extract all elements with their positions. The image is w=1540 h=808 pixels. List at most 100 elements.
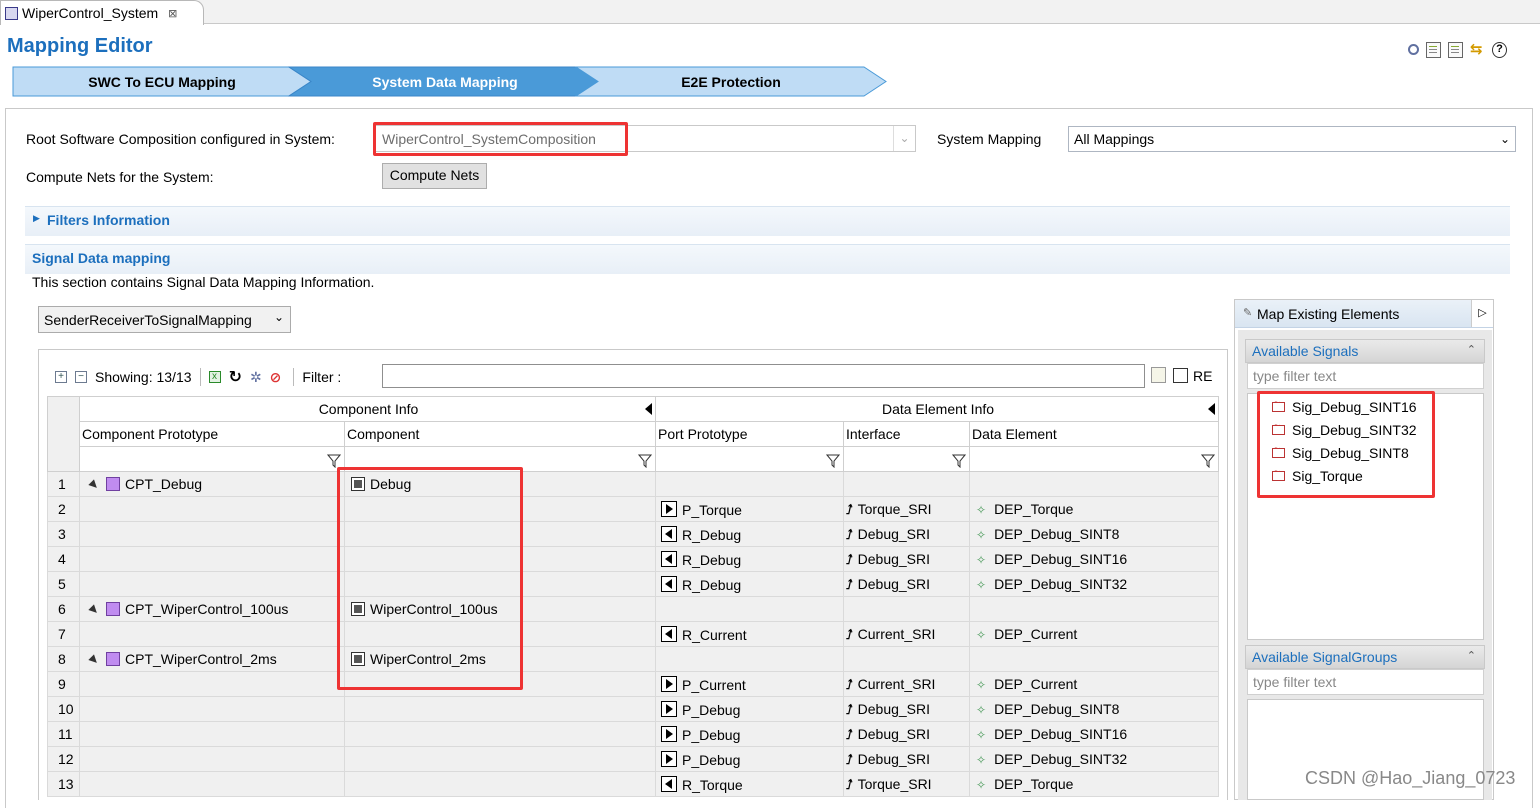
refresh-icon[interactable]: ↻ — [229, 367, 242, 387]
cell-component[interactable] — [344, 771, 656, 797]
cell-component-prototype[interactable] — [79, 496, 345, 522]
cell-port-prototype[interactable]: R_Debug — [655, 546, 844, 572]
settings-icon[interactable]: ✲ — [250, 369, 262, 386]
cell-component[interactable] — [344, 746, 656, 772]
cell-interface[interactable]: ⭜︎ Debug_SRI — [843, 571, 970, 597]
cell-port-prototype[interactable]: P_Current — [655, 671, 844, 697]
cell-data-element[interactable]: ✧ DEP_Debug_SINT16 — [969, 546, 1219, 572]
cell-interface[interactable]: ⭜︎ Current_SRI — [843, 671, 970, 697]
table-row[interactable]: 2 P_Torque ⭜︎ Torque_SRI ✧ DEP_Torque — [47, 496, 1219, 522]
cell-port-prototype[interactable]: P_Debug — [655, 721, 844, 747]
table-row[interactable]: 8 CPT_WiperControl_2ms WiperControl_2ms — [47, 646, 1219, 672]
column-header-data-element[interactable]: Data Element — [969, 421, 1219, 447]
column-filter[interactable] — [655, 446, 844, 472]
link-icon[interactable]: ⇆ — [1470, 42, 1485, 58]
editor-tab[interactable]: WiperControl_System ⊠ — [0, 0, 204, 25]
report-icon[interactable] — [1426, 42, 1441, 58]
cell-interface[interactable]: ⭜︎ Debug_SRI — [843, 721, 970, 747]
cell-component[interactable] — [344, 721, 656, 747]
expand-icon[interactable]: ▷ — [1471, 300, 1493, 327]
cell-port-prototype[interactable] — [655, 596, 844, 622]
table-row[interactable]: 7 R_Current ⭜︎ Current_SRI ✧ DEP_Current — [47, 621, 1219, 647]
filter-icon[interactable] — [826, 454, 840, 468]
cell-port-prototype[interactable]: R_Debug — [655, 521, 844, 547]
cell-component-prototype[interactable] — [79, 546, 345, 572]
cell-component-prototype[interactable]: CPT_Debug — [79, 471, 345, 497]
cell-interface[interactable]: ⭜︎ Debug_SRI — [843, 746, 970, 772]
signals-filter-input[interactable]: type filter text — [1247, 363, 1484, 389]
table-row[interactable]: 5 R_Debug ⭜︎ Debug_SRI ✧ DEP_Debug_SINT32 — [47, 571, 1219, 597]
column-header-interface[interactable]: Interface — [843, 421, 970, 447]
filter-icon[interactable] — [327, 454, 341, 468]
cell-port-prototype[interactable]: P_Debug — [655, 746, 844, 772]
filters-section-header[interactable]: ▶ Filters Information — [25, 206, 1510, 236]
cell-data-element[interactable]: ✧ DEP_Debug_SINT16 — [969, 721, 1219, 747]
cell-interface[interactable] — [843, 471, 970, 497]
cell-interface[interactable]: ⭜︎ Torque_SRI — [843, 496, 970, 522]
cell-component-prototype[interactable] — [79, 771, 345, 797]
cell-data-element[interactable] — [969, 596, 1219, 622]
chevron-down-icon[interactable]: ⌄ — [1495, 127, 1515, 151]
table-row[interactable]: 3 R_Debug ⭜︎ Debug_SRI ✧ DEP_Debug_SINT8 — [47, 521, 1219, 547]
cell-data-element[interactable]: ✧ DEP_Debug_SINT32 — [969, 746, 1219, 772]
column-filter[interactable] — [843, 446, 970, 472]
table-row[interactable]: 9 P_Current ⭜︎ Current_SRI ✧ DEP_Current — [47, 671, 1219, 697]
cell-component-prototype[interactable]: CPT_WiperControl_2ms — [79, 646, 345, 672]
table-row[interactable]: 12 P_Debug ⭜︎ Debug_SRI ✧ DEP_Debug_SINT32 — [47, 746, 1219, 772]
system-mapping-combo[interactable]: All Mappings ⌄ — [1068, 126, 1516, 152]
chevron-down-icon[interactable]: ⌄ — [893, 126, 915, 151]
cell-interface[interactable] — [843, 646, 970, 672]
cell-data-element[interactable] — [969, 471, 1219, 497]
cell-data-element[interactable] — [969, 646, 1219, 672]
column-header-component-prototype[interactable]: Component Prototype — [79, 421, 345, 447]
collapse-icon[interactable] — [645, 403, 652, 415]
collapse-icon[interactable]: ⌃ — [1467, 649, 1476, 662]
cell-component-prototype[interactable] — [79, 571, 345, 597]
table-row[interactable]: 6 CPT_WiperControl_100us WiperControl_100u… — [47, 596, 1219, 622]
excel-export-icon[interactable]: x — [208, 371, 221, 383]
close-icon[interactable]: ⊠ — [168, 7, 177, 20]
settings-icon[interactable] — [1408, 44, 1419, 55]
cell-port-prototype[interactable]: R_Torque — [655, 771, 844, 797]
expand-all-icon[interactable]: + — [55, 371, 67, 383]
group-header-component-info[interactable]: Component Info — [79, 396, 656, 422]
cell-data-element[interactable]: ✧ DEP_Debug_SINT32 — [969, 571, 1219, 597]
cell-component-prototype[interactable] — [79, 621, 345, 647]
cell-interface[interactable] — [843, 596, 970, 622]
expand-arrow-icon[interactable] — [88, 604, 100, 616]
expand-icon[interactable]: ▶ — [33, 213, 40, 224]
cell-component-prototype[interactable] — [79, 521, 345, 547]
available-signals-header[interactable]: Available Signals ⌃ — [1245, 339, 1485, 363]
export-icon[interactable] — [1151, 367, 1166, 383]
regex-checkbox[interactable] — [1173, 368, 1188, 383]
column-header-component[interactable]: Component — [344, 421, 656, 447]
cell-component-prototype[interactable] — [79, 671, 345, 697]
cell-interface[interactable]: ⭜︎ Debug_SRI — [843, 546, 970, 572]
cell-component-prototype[interactable] — [79, 721, 345, 747]
cell-component-prototype[interactable]: CPT_WiperControl_100us — [79, 596, 345, 622]
step-system-data-mapping[interactable]: System Data Mapping — [288, 66, 602, 97]
cell-port-prototype[interactable] — [655, 646, 844, 672]
compute-nets-button[interactable]: Compute Nets — [382, 163, 487, 189]
collapse-all-icon[interactable]: − — [75, 371, 87, 383]
cell-interface[interactable]: ⭜︎ Torque_SRI — [843, 771, 970, 797]
filter-input[interactable] — [382, 364, 1145, 388]
table-row[interactable]: 11 P_Debug ⭜︎ Debug_SRI ✧ DEP_Debug_SINT16 — [47, 721, 1219, 747]
cell-port-prototype[interactable]: P_Debug — [655, 696, 844, 722]
cell-port-prototype[interactable]: R_Debug — [655, 571, 844, 597]
cell-interface[interactable]: ⭜︎ Debug_SRI — [843, 521, 970, 547]
table-row[interactable]: 1 CPT_Debug Debug — [47, 471, 1219, 497]
table-row[interactable]: 10 P_Debug ⭜︎ Debug_SRI ✧ DEP_Debug_SINT8 — [47, 696, 1219, 722]
cell-data-element[interactable]: ✧ DEP_Debug_SINT8 — [969, 696, 1219, 722]
step-e2e-protection[interactable]: E2E Protection — [575, 66, 887, 97]
table-row[interactable]: 13 R_Torque ⭜︎ Torque_SRI ✧ DEP_Torque — [47, 771, 1219, 797]
filter-icon[interactable] — [638, 454, 652, 468]
cell-component-prototype[interactable] — [79, 696, 345, 722]
mapping-type-combo[interactable]: SenderReceiverToSignalMapping ⌄ — [38, 306, 291, 333]
signalgroups-filter-input[interactable]: type filter text — [1247, 669, 1484, 695]
column-filter[interactable] — [79, 446, 345, 472]
cell-port-prototype[interactable]: R_Current — [655, 621, 844, 647]
cell-data-element[interactable]: ✧ DEP_Debug_SINT8 — [969, 521, 1219, 547]
group-header-data-element-info[interactable]: Data Element Info — [655, 396, 1219, 422]
filter-icon[interactable] — [1201, 454, 1215, 468]
